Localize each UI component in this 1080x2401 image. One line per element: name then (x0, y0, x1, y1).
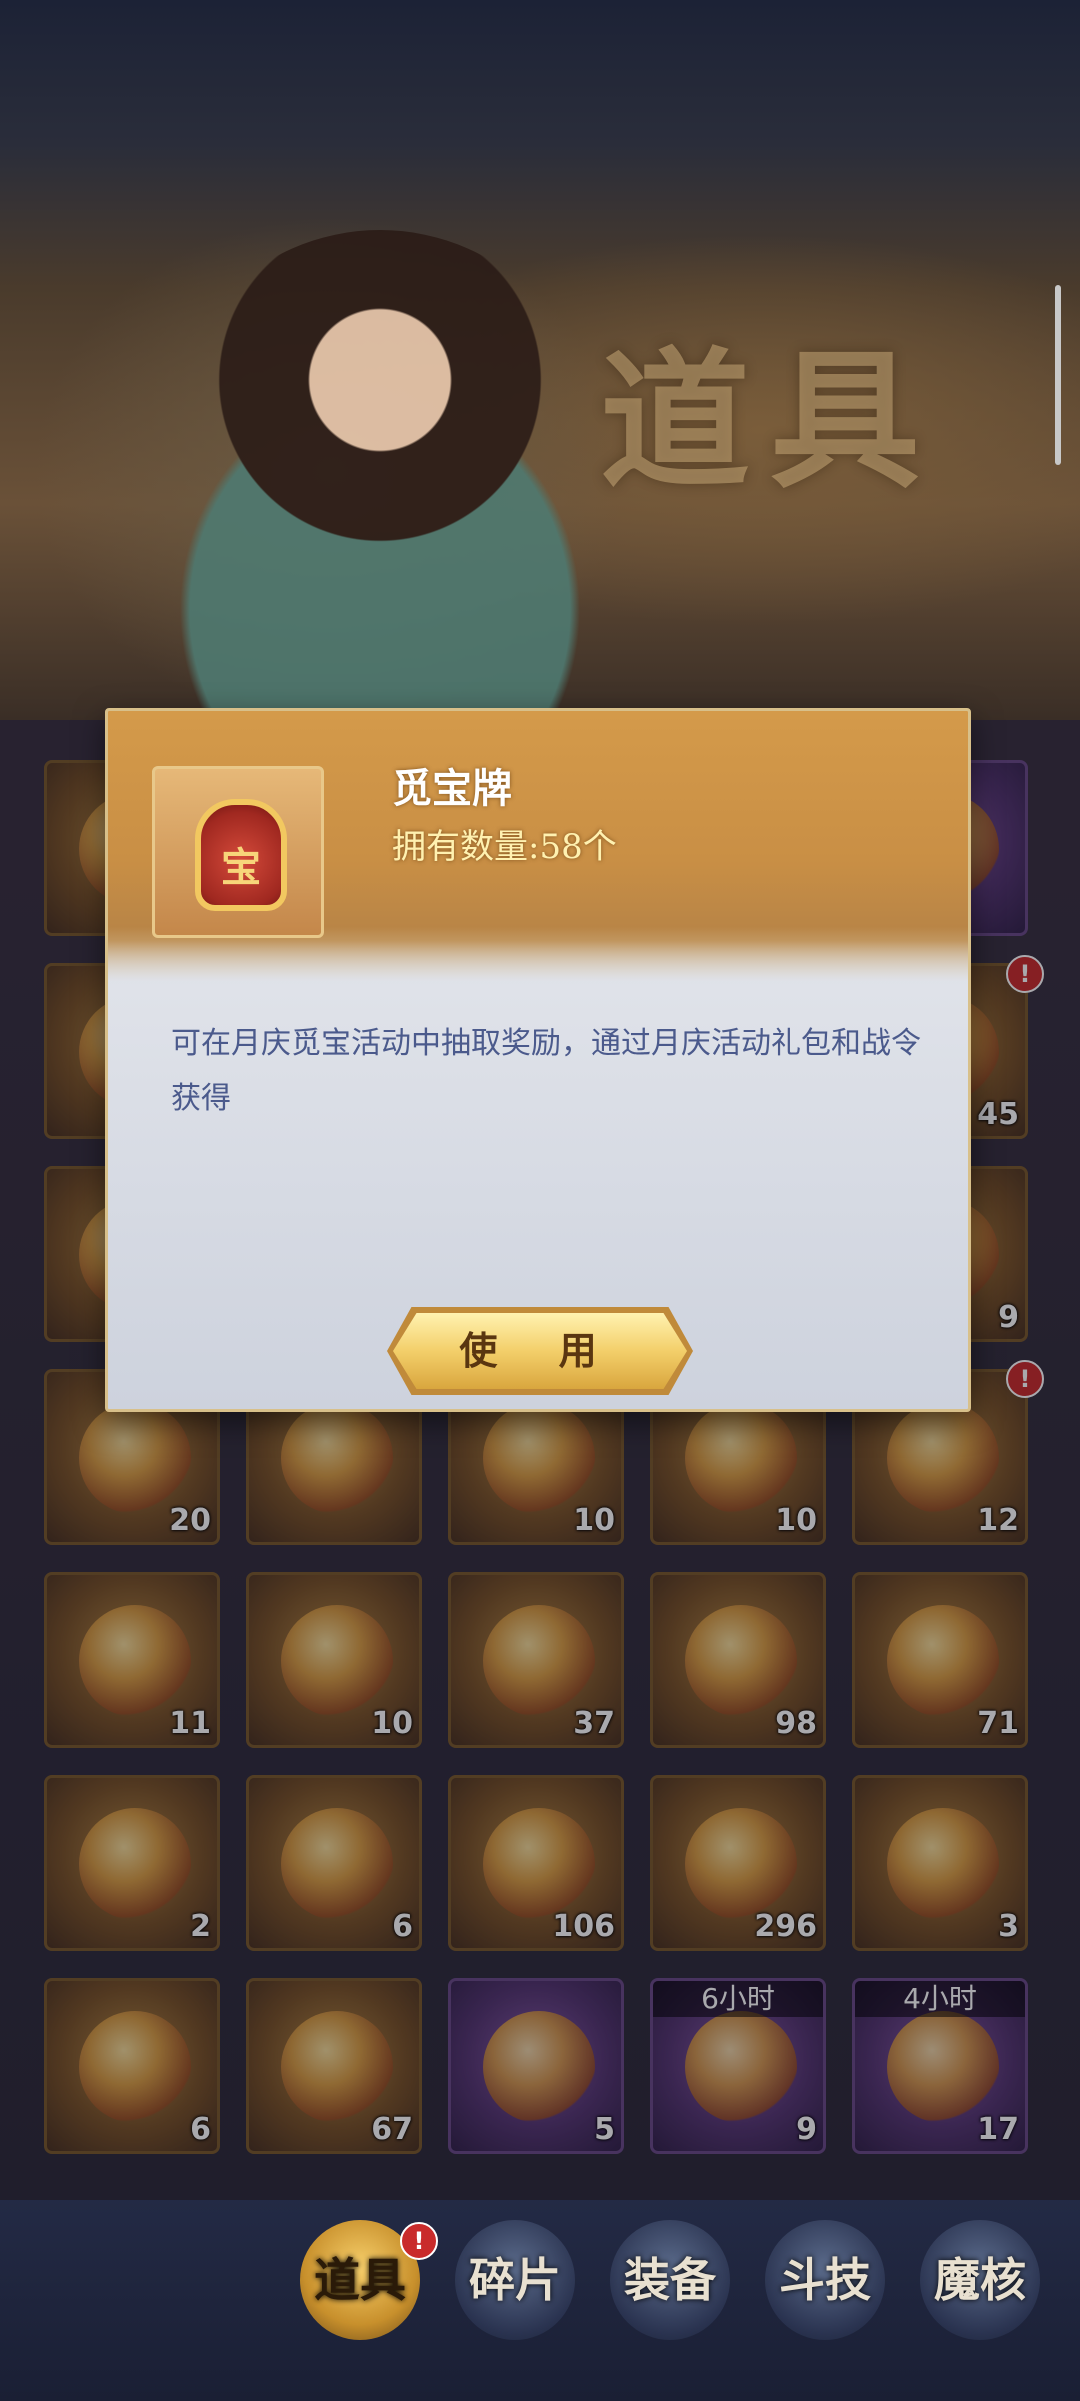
item-name: 觅宝牌 (392, 765, 512, 812)
banner: 道具 (0, 0, 1080, 720)
item-icon-frame: 宝 (152, 766, 324, 938)
tab-core[interactable]: 魔核 (920, 2220, 1040, 2340)
character-art (150, 230, 610, 720)
item-description: 可在月庆觅宝活动中抽取奖励，通过月庆活动礼包和战令获得 (171, 1026, 921, 1116)
item-detail-dialog: 宝 觅宝牌 拥有数量:58个 可在月庆觅宝活动中抽取奖励，通过月庆活动礼包和战令… (105, 708, 971, 1412)
alert-badge: ! (400, 2222, 438, 2260)
treasure-token-icon: 宝 (195, 799, 287, 911)
tab-equipment[interactable]: 装备 (610, 2220, 730, 2340)
use-button[interactable]: 使 用 (393, 1313, 687, 1389)
tab-combat[interactable]: 斗技 (765, 2220, 885, 2340)
item-owned-count: 拥有数量:58个 (392, 827, 617, 867)
banner-title: 道具 (600, 333, 941, 509)
token-glyph: 宝 (221, 844, 261, 891)
scrollbar[interactable] (1055, 285, 1061, 465)
tab-fragments[interactable]: 碎片 (455, 2220, 575, 2340)
